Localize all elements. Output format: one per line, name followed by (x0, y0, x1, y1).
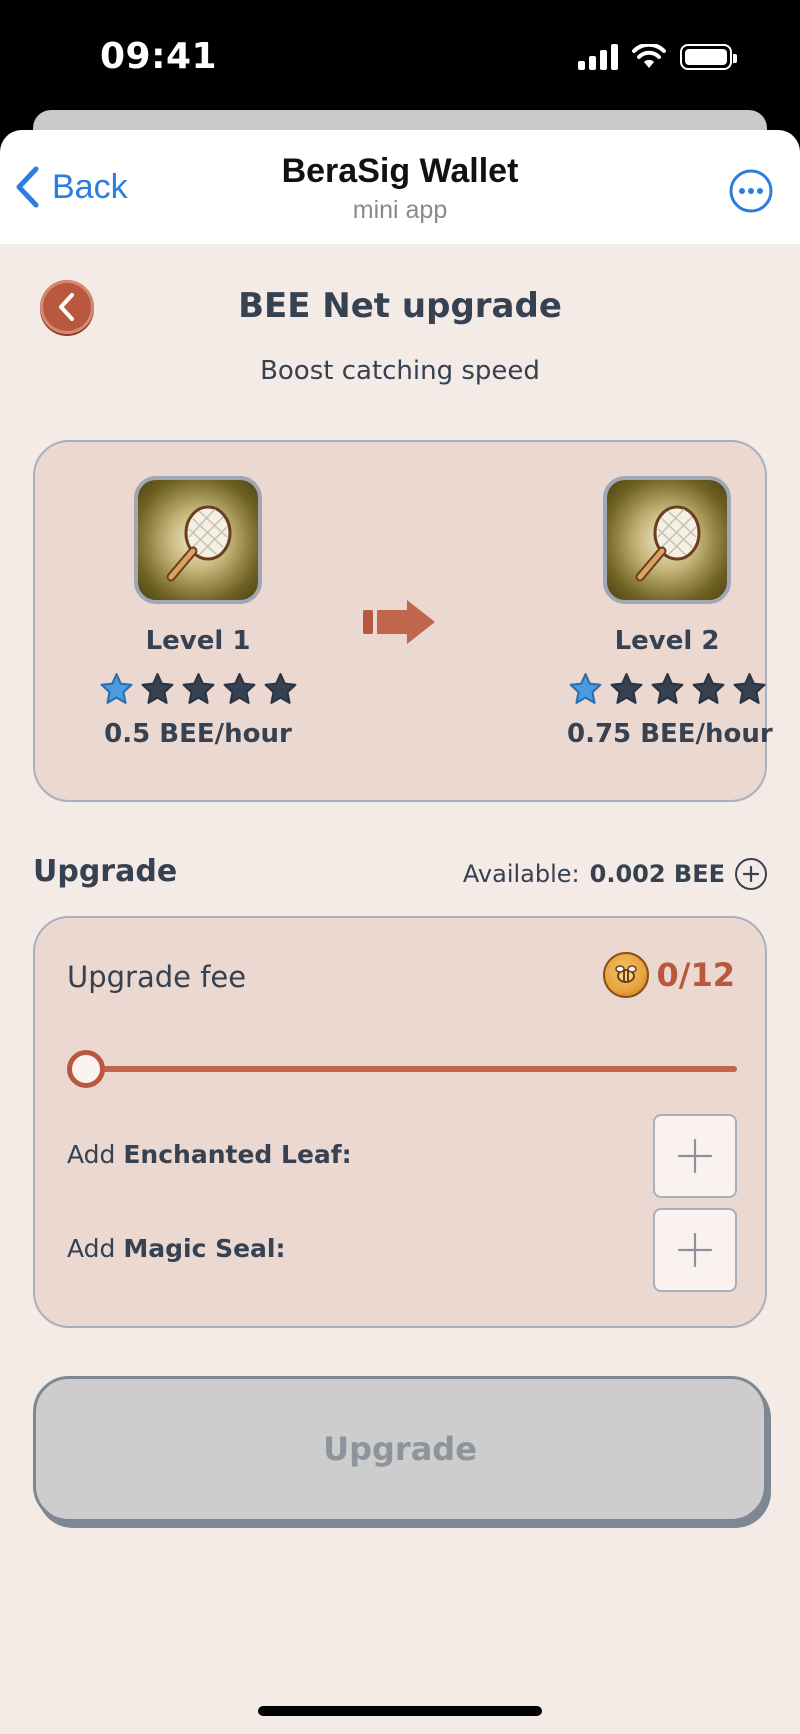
next-level-name: Level 2 (614, 626, 720, 656)
add-funds-button[interactable] (735, 858, 767, 890)
app-content: BEE Net upgrade Boost catching speed Lev… (0, 244, 800, 1734)
status-bar: 09:41 (0, 0, 800, 110)
available-balance: Available: 0.002 BEE (463, 858, 767, 890)
mini-app-title: BeraSig Wallet (281, 152, 519, 190)
home-indicator (258, 1706, 542, 1716)
fee-count: 0/12 (656, 956, 735, 994)
add-leaf-name: Enchanted Leaf: (123, 1140, 352, 1169)
add-seal-name: Magic Seal: (123, 1234, 286, 1263)
next-level: Level 2 0.75 BEE/hour (567, 476, 773, 749)
upgrade-button[interactable]: Upgrade (33, 1376, 767, 1522)
star-empty-icon (223, 673, 255, 704)
plus-icon (677, 1138, 713, 1174)
star-empty-icon (141, 673, 173, 704)
current-level: Level 1 0.5 BEE/hour (98, 476, 298, 749)
fee-slider[interactable] (67, 1050, 737, 1090)
fee-counter: 0/12 (602, 952, 735, 998)
add-magic-seal-button[interactable] (653, 1208, 737, 1292)
fee-label: Upgrade fee (67, 960, 247, 994)
next-level-rate: 0.75 BEE/hour (567, 719, 773, 749)
slider-thumb[interactable] (67, 1050, 105, 1088)
mini-app-header: Back BeraSig Wallet mini app (0, 130, 800, 244)
cellular-signal-icon (578, 44, 618, 70)
star-empty-icon (692, 673, 724, 704)
add-leaf-label: Add Enchanted Leaf: (67, 1140, 352, 1169)
add-enchanted-leaf-button[interactable] (653, 1114, 737, 1198)
battery-icon (680, 44, 737, 70)
level-comparison-card: Level 1 0.5 BEE/hour Level 2 0.75 BEE/ho… (33, 440, 773, 802)
plus-icon (743, 866, 759, 882)
upgrade-section-header: Upgrade Available: 0.002 BEE (33, 854, 767, 894)
star-filled-icon (569, 673, 601, 704)
add-leaf-prefix: Add (67, 1140, 124, 1169)
add-enchanted-leaf-row: Add Enchanted Leaf: (67, 1114, 737, 1198)
slider-track (87, 1066, 737, 1072)
page-subtitle: Boost catching speed (260, 356, 540, 386)
add-seal-label: Add Magic Seal: (67, 1234, 286, 1263)
bee-net-icon (134, 476, 262, 604)
star-empty-icon (182, 673, 214, 704)
bee-net-icon (603, 476, 731, 604)
status-icons (578, 44, 737, 70)
next-level-stars (567, 672, 767, 705)
available-value: 0.002 BEE (589, 860, 725, 888)
available-label: Available: (462, 860, 580, 888)
more-options-icon[interactable] (728, 168, 774, 214)
star-empty-icon (610, 673, 642, 704)
page-title: BEE Net upgrade (238, 286, 562, 326)
add-seal-prefix: Add (67, 1234, 124, 1263)
status-time: 09:41 (100, 36, 218, 77)
upgrade-fee-card: Upgrade fee 0/12 Add Enchanted Leaf: Add… (33, 916, 767, 1328)
star-empty-icon (651, 673, 683, 704)
current-level-stars (98, 672, 298, 705)
current-level-name: Level 1 (145, 626, 251, 656)
star-empty-icon (264, 673, 296, 704)
current-level-rate: 0.5 BEE/hour (104, 719, 292, 749)
wifi-icon (632, 44, 666, 68)
add-magic-seal-row: Add Magic Seal: (67, 1208, 737, 1292)
arrow-right-icon (363, 600, 435, 644)
mini-app-subtitle: mini app (352, 196, 448, 224)
section-title: Upgrade (33, 854, 178, 889)
star-empty-icon (733, 673, 765, 704)
bee-coin-icon (602, 952, 649, 998)
plus-icon (677, 1232, 713, 1268)
star-filled-icon (100, 673, 132, 704)
